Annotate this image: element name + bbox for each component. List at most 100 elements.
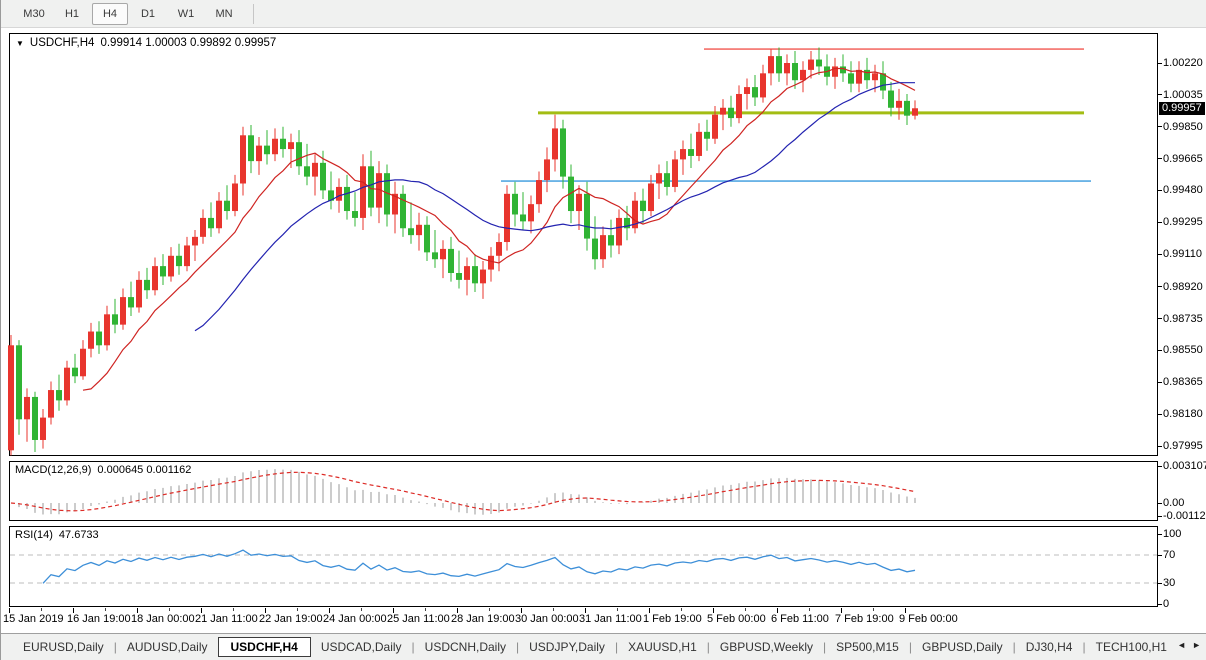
candle (152, 258, 158, 296)
candle (256, 137, 262, 175)
candle (48, 381, 54, 424)
rsi-axis-label: 100 (1163, 528, 1181, 540)
date-axis-label: 31 Jan 11:00 (579, 613, 642, 625)
candle (464, 258, 470, 296)
candle (616, 209, 622, 254)
candle (400, 185, 406, 237)
candle (776, 48, 782, 82)
candle (472, 254, 478, 292)
candle (832, 58, 838, 89)
price-axis-label: 1.00220 (1163, 57, 1203, 69)
price-axis-label: 0.99295 (1163, 216, 1203, 228)
price-axis-label: 0.98920 (1163, 281, 1203, 293)
candle (184, 237, 190, 271)
candle (664, 161, 670, 195)
tab-sp500-m15[interactable]: SP500,M15 (826, 638, 909, 656)
candle (416, 213, 422, 251)
candle (136, 271, 142, 312)
candle (32, 392, 38, 452)
candle (608, 220, 614, 258)
price-tick (1158, 286, 1162, 287)
candle (224, 185, 230, 219)
candle (640, 189, 646, 223)
candle (360, 154, 366, 230)
candle (536, 171, 542, 212)
timeframe-toolbar: M30H1H4D1W1MN (1, 0, 1206, 28)
tab-usdchf-h4[interactable]: USDCHF,H4 (218, 637, 311, 657)
candle (216, 192, 222, 233)
price-tick (1158, 190, 1162, 191)
date-tick-minor (681, 608, 682, 611)
date-axis-label: 22 Jan 19:00 (259, 613, 323, 625)
main-chart-canvas[interactable] (9, 33, 1158, 456)
tab-usdjpy-daily[interactable]: USDJPY,Daily (519, 638, 615, 656)
price-axis-label: 0.99665 (1163, 153, 1203, 165)
candle (824, 54, 830, 85)
candle (688, 134, 694, 168)
rsi-canvas[interactable] (9, 526, 1158, 607)
tab-gbpusd-weekly[interactable]: GBPUSD,Weekly (710, 638, 823, 656)
tab-xauusd-h1[interactable]: XAUUSD,H1 (618, 638, 707, 656)
candle (856, 61, 862, 92)
current-price-tag: 0.99957 (1159, 102, 1205, 115)
candle (120, 288, 126, 329)
price-axis-label: 1.00035 (1163, 89, 1203, 101)
timeframe-button-m30[interactable]: M30 (16, 3, 52, 25)
rsi-tick (1158, 583, 1162, 584)
timeframe-button-h1[interactable]: H1 (54, 3, 90, 25)
candle (760, 65, 766, 103)
tab-scroll-left-icon[interactable]: ◄ (1177, 640, 1186, 650)
candle (344, 175, 350, 220)
candle (280, 127, 286, 158)
rsi-tick (1158, 534, 1162, 535)
price-axis-label: 0.99850 (1163, 121, 1203, 133)
tab-tech100-h1[interactable]: TECH100,H1 (1086, 638, 1177, 656)
tab-gbpusd-daily[interactable]: GBPUSD,Daily (912, 638, 1013, 656)
candle (672, 151, 678, 192)
price-tick (1158, 382, 1162, 383)
candle (600, 227, 606, 268)
candle (736, 85, 742, 123)
date-axis[interactable]: 15 Jan 201916 Jan 19:0018 Jan 00:0021 Ja… (1, 608, 1206, 633)
timeframe-button-h4[interactable]: H4 (92, 3, 128, 25)
timeframe-buttons: M30H1H4D1W1MN (15, 3, 243, 25)
tab-usdcad-daily[interactable]: USDCAD,Daily (311, 638, 412, 656)
candle (432, 230, 438, 268)
candle (96, 321, 102, 354)
candle (912, 100, 918, 119)
rsi-label: RSI(14) 47.6733 (15, 529, 99, 541)
candle (392, 182, 398, 234)
candle (80, 340, 86, 380)
tab-dj30-h4[interactable]: DJ30,H4 (1016, 638, 1083, 656)
candle (200, 209, 206, 243)
date-tick-minor (361, 608, 362, 611)
rsi-tick (1158, 604, 1162, 605)
price-axis-label: 0.98550 (1163, 344, 1203, 356)
tab-audusd-daily[interactable]: AUDUSD,Daily (117, 638, 218, 656)
candle (88, 323, 94, 357)
candle (888, 82, 894, 116)
price-tick (1158, 414, 1162, 415)
date-tick-minor (297, 608, 298, 611)
date-tick-minor (233, 608, 234, 611)
macd-axis-label: 0.00 (1163, 497, 1184, 509)
tab-eurusd-daily[interactable]: EURUSD,Daily (13, 638, 114, 656)
date-tick-minor (489, 608, 490, 611)
date-tick-minor (873, 608, 874, 611)
macd-tick (1158, 466, 1162, 467)
date-tick-minor (745, 608, 746, 611)
timeframe-button-d1[interactable]: D1 (130, 3, 166, 25)
candle (296, 130, 302, 175)
timeframe-button-w1[interactable]: W1 (168, 3, 204, 25)
candle (816, 48, 822, 76)
tab-scroll-right-icon[interactable]: ► (1192, 640, 1201, 650)
price-tick (1158, 158, 1162, 159)
macd-tick (1158, 503, 1162, 504)
tab-usdcnh-daily[interactable]: USDCNH,Daily (415, 638, 516, 656)
rsi-name: RSI(14) (15, 529, 53, 541)
chart-menu-arrow-icon[interactable]: ▼ (16, 39, 24, 48)
price-tick (1158, 318, 1162, 319)
timeframe-button-mn[interactable]: MN (206, 3, 242, 25)
candle (176, 244, 182, 275)
date-axis-label: 30 Jan 00:00 (515, 613, 579, 625)
